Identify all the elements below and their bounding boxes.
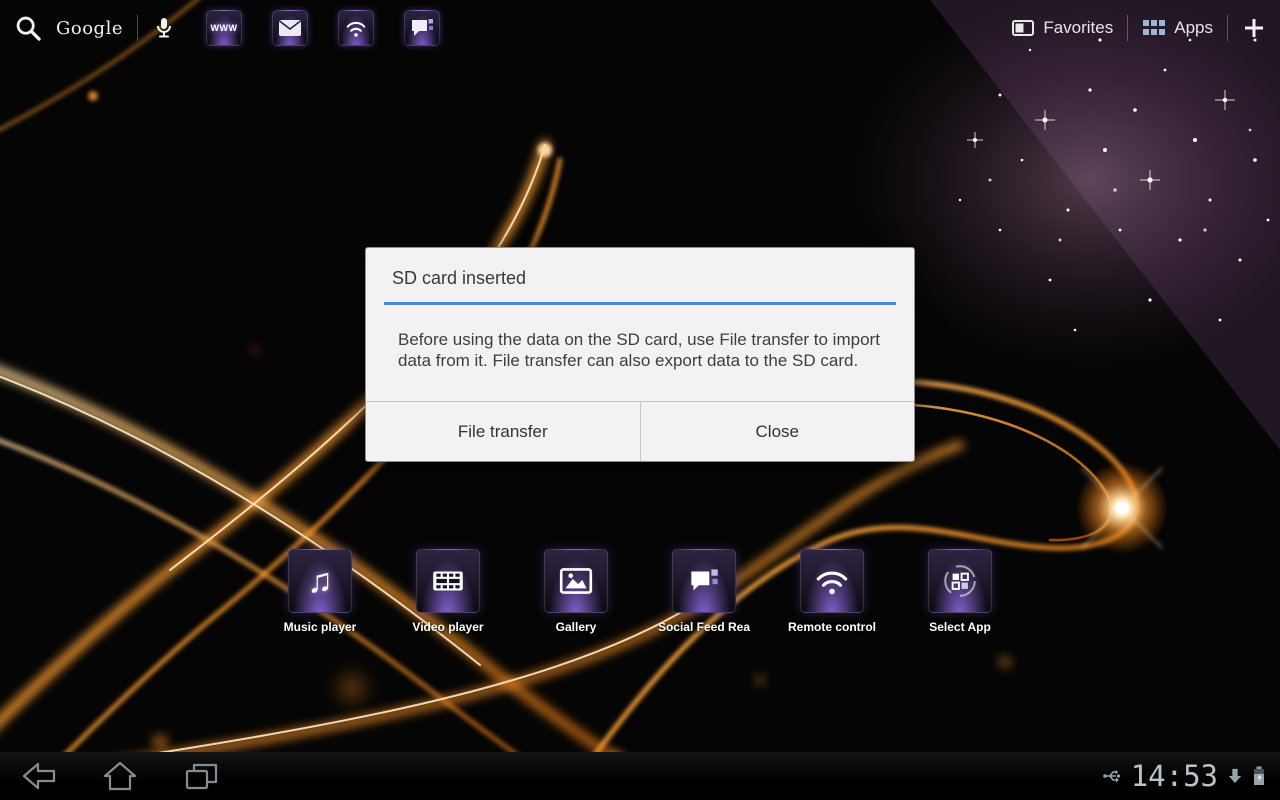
dialog-title: SD card inserted (392, 268, 527, 288)
dialog-message: Before using the data on the SD card, us… (398, 330, 880, 370)
app-video-player[interactable]: Video player (384, 549, 512, 634)
clock: 14:53 (1130, 759, 1218, 793)
close-button[interactable]: Close (639, 402, 915, 461)
app-label: Video player (412, 620, 484, 634)
app-gallery[interactable]: Gallery (512, 549, 640, 634)
voice-search-icon[interactable] (152, 15, 176, 41)
app-grid-icon (928, 549, 992, 613)
app-select-app[interactable]: Select App (896, 549, 1024, 634)
chat-bubble-icon (410, 17, 434, 39)
app-social-feed-reader[interactable]: Social Feed Rea (640, 549, 768, 634)
app-label: Music player (283, 620, 357, 634)
browser-shortcut[interactable]: WWW (205, 10, 242, 46)
shortcut-row: WWW (205, 10, 440, 46)
photo-icon (544, 549, 608, 613)
home-app-row: ♫ Music player Video player Gallery Soci… (256, 549, 1024, 634)
favorites-icon (1011, 18, 1035, 38)
music-note-icon: ♫ (288, 549, 352, 613)
app-label: Social Feed Rea (657, 620, 751, 634)
top-bar-left: Google WWW (14, 10, 440, 46)
app-label: Select App (929, 620, 991, 634)
system-bar: 14:53 (0, 752, 1280, 800)
data-transfer-icon (1227, 766, 1243, 786)
app-remote-control[interactable]: Remote control (768, 549, 896, 634)
file-transfer-button[interactable]: File transfer (366, 402, 640, 461)
app-music-player[interactable]: ♫ Music player (256, 549, 384, 634)
app-label: Remote control (787, 620, 876, 634)
usb-debug-icon (1102, 766, 1122, 786)
film-strip-icon (416, 549, 480, 613)
wifi-icon (343, 17, 369, 39)
wifi-arcs-icon (800, 549, 864, 613)
topbar-divider (1227, 15, 1228, 41)
nav-keys (18, 759, 222, 793)
home-button[interactable] (100, 759, 140, 793)
battery-icon (1252, 765, 1266, 787)
top-bar: Google WWW Favorites Apps (0, 0, 1280, 56)
remote-shortcut[interactable] (337, 10, 374, 46)
topbar-divider (1127, 15, 1129, 41)
apps-button[interactable]: Apps (1142, 18, 1213, 38)
status-cluster[interactable]: 14:53 (1102, 759, 1266, 793)
speech-bubbles-icon (672, 549, 736, 613)
search-icon[interactable] (14, 14, 42, 42)
chat-shortcut[interactable] (403, 10, 440, 46)
topbar-divider (136, 15, 138, 41)
google-search-label[interactable]: Google (56, 18, 123, 39)
favorites-label: Favorites (1043, 18, 1114, 37)
recent-apps-button[interactable] (182, 759, 222, 793)
top-bar-right: Favorites Apps (1011, 15, 1266, 41)
add-widget-button[interactable] (1242, 16, 1266, 40)
globe-icon: WWW (210, 23, 238, 33)
sd-card-dialog: SD card inserted Before using the data o… (365, 247, 915, 462)
apps-grid-icon (1142, 18, 1166, 38)
email-shortcut[interactable] (271, 10, 308, 46)
dialog-button-bar: File transfer Close (366, 401, 914, 461)
back-button[interactable] (18, 759, 58, 793)
favorites-button[interactable]: Favorites (1011, 18, 1113, 38)
apps-label: Apps (1174, 18, 1213, 37)
app-label: Gallery (555, 620, 597, 634)
envelope-icon (278, 19, 302, 37)
